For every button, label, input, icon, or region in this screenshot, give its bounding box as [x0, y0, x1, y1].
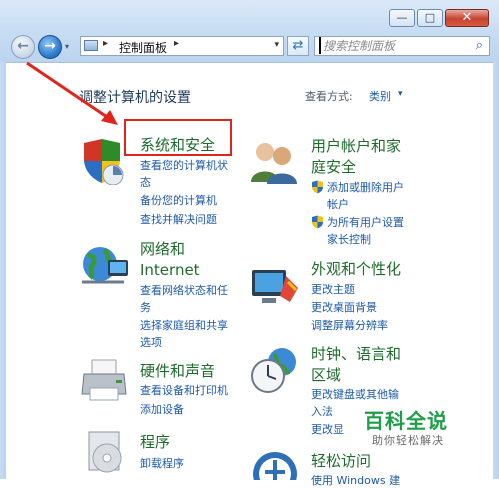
display-personalization-icon[interactable]: [250, 266, 300, 308]
clock-globe-icon[interactable]: [250, 346, 300, 394]
search-icon[interactable]: ⌕: [476, 38, 483, 53]
search-box[interactable]: ⌕: [314, 36, 490, 56]
link-parental-controls[interactable]: 家长控制: [327, 231, 371, 248]
category-user-accounts[interactable]: 用户帐户和家: [311, 136, 401, 157]
programs-disc-icon[interactable]: [83, 430, 129, 476]
view-by-label: 查看方式:: [305, 90, 353, 103]
minimize-button[interactable]: —: [389, 9, 415, 27]
network-globe-icon[interactable]: [80, 244, 130, 290]
uac-shield-icon: [312, 215, 323, 229]
category-clock-language-region[interactable]: 时钟、语言和: [311, 344, 401, 365]
printer-icon[interactable]: [80, 358, 130, 404]
highlight-rectangle: [124, 119, 232, 156]
page-title: 调整计算机的设置: [79, 90, 191, 106]
ease-of-access-icon[interactable]: [251, 450, 299, 480]
view-by-dropdown[interactable]: 类别: [369, 88, 391, 104]
forward-button[interactable]: →: [38, 35, 62, 59]
window-border-right: [493, 62, 499, 479]
watermark-title: 百科全说: [364, 409, 448, 433]
recent-pages-dropdown[interactable]: ▾: [65, 42, 69, 51]
watermark-subtitle: 助你轻松解决: [372, 434, 444, 447]
minimize-icon: —: [396, 11, 408, 24]
users-icon[interactable]: [249, 140, 299, 186]
link-view-network-status[interactable]: 务: [140, 299, 151, 316]
breadcrumb-control-panel[interactable]: 控制面板: [119, 39, 167, 56]
close-icon: ✕: [461, 10, 473, 25]
link-add-remove-users[interactable]: 添加或删除用户: [327, 179, 404, 196]
address-dropdown-icon[interactable]: ▾: [274, 40, 279, 50]
close-button[interactable]: ✕: [445, 9, 489, 27]
link-change-display[interactable]: 更改显: [311, 421, 344, 438]
maximize-icon: □: [424, 11, 436, 24]
link-backup-computer[interactable]: 备份您的计算机: [140, 192, 217, 209]
back-button[interactable]: ←: [11, 35, 35, 59]
control-panel-icon: [84, 40, 98, 51]
link-homegroup-sharing[interactable]: 选项: [140, 334, 162, 351]
uac-shield-icon: [312, 180, 323, 194]
category-network-internet[interactable]: 网络和: [140, 239, 185, 260]
text-cursor: [319, 37, 321, 54]
link-view-devices-printers[interactable]: 查看设备和打印机: [140, 382, 228, 399]
link-uninstall-program[interactable]: 卸载程序: [140, 455, 184, 472]
address-bar[interactable]: ▸ 控制面板 ▸ ▾: [80, 36, 284, 56]
link-view-network-status[interactable]: 查看网络状态和任: [140, 282, 228, 299]
link-change-theme[interactable]: 更改主题: [311, 281, 355, 298]
search-input[interactable]: [323, 38, 463, 54]
link-parental-controls[interactable]: 为所有用户设置: [327, 214, 404, 231]
chevron-down-icon[interactable]: ▾: [398, 89, 403, 99]
breadcrumb-separator-icon[interactable]: ▸: [103, 38, 108, 49]
system-security-shield-icon[interactable]: [80, 137, 126, 185]
link-add-remove-users[interactable]: 帐户: [327, 196, 349, 213]
link-homegroup-sharing[interactable]: 选择家庭组和共享: [140, 317, 228, 334]
link-adjust-resolution[interactable]: 调整屏幕分辨率: [311, 317, 388, 334]
link-change-desktop-background[interactable]: 更改桌面背景: [311, 299, 377, 316]
refresh-button[interactable]: ⇄: [287, 36, 309, 56]
category-appearance[interactable]: 外观和个性化: [311, 259, 401, 280]
link-change-keyboard[interactable]: 入法: [311, 403, 333, 420]
category-user-accounts[interactable]: 庭安全: [311, 157, 356, 178]
category-hardware-sound[interactable]: 硬件和声音: [140, 361, 215, 382]
link-troubleshoot[interactable]: 查找并解决问题: [140, 211, 217, 228]
forward-arrow-icon: →: [44, 38, 56, 54]
category-network-internet[interactable]: Internet: [140, 260, 200, 281]
category-ease-of-access[interactable]: 轻松访问: [311, 451, 371, 472]
breadcrumb-separator-icon[interactable]: ▸: [174, 38, 179, 49]
refresh-icon: ⇄: [292, 38, 304, 53]
category-clock-language-region[interactable]: 区域: [311, 365, 341, 386]
back-arrow-icon: ←: [17, 38, 29, 54]
link-windows-suggestions[interactable]: 使用 Windows 建: [311, 472, 400, 489]
link-view-computer-status[interactable]: 态: [140, 174, 151, 191]
link-view-computer-status[interactable]: 查看您的计算机状: [140, 157, 228, 174]
window-controls: — □ ✕: [389, 9, 489, 27]
link-add-device[interactable]: 添加设备: [140, 401, 184, 418]
category-programs[interactable]: 程序: [140, 432, 170, 453]
maximize-button[interactable]: □: [417, 9, 443, 27]
